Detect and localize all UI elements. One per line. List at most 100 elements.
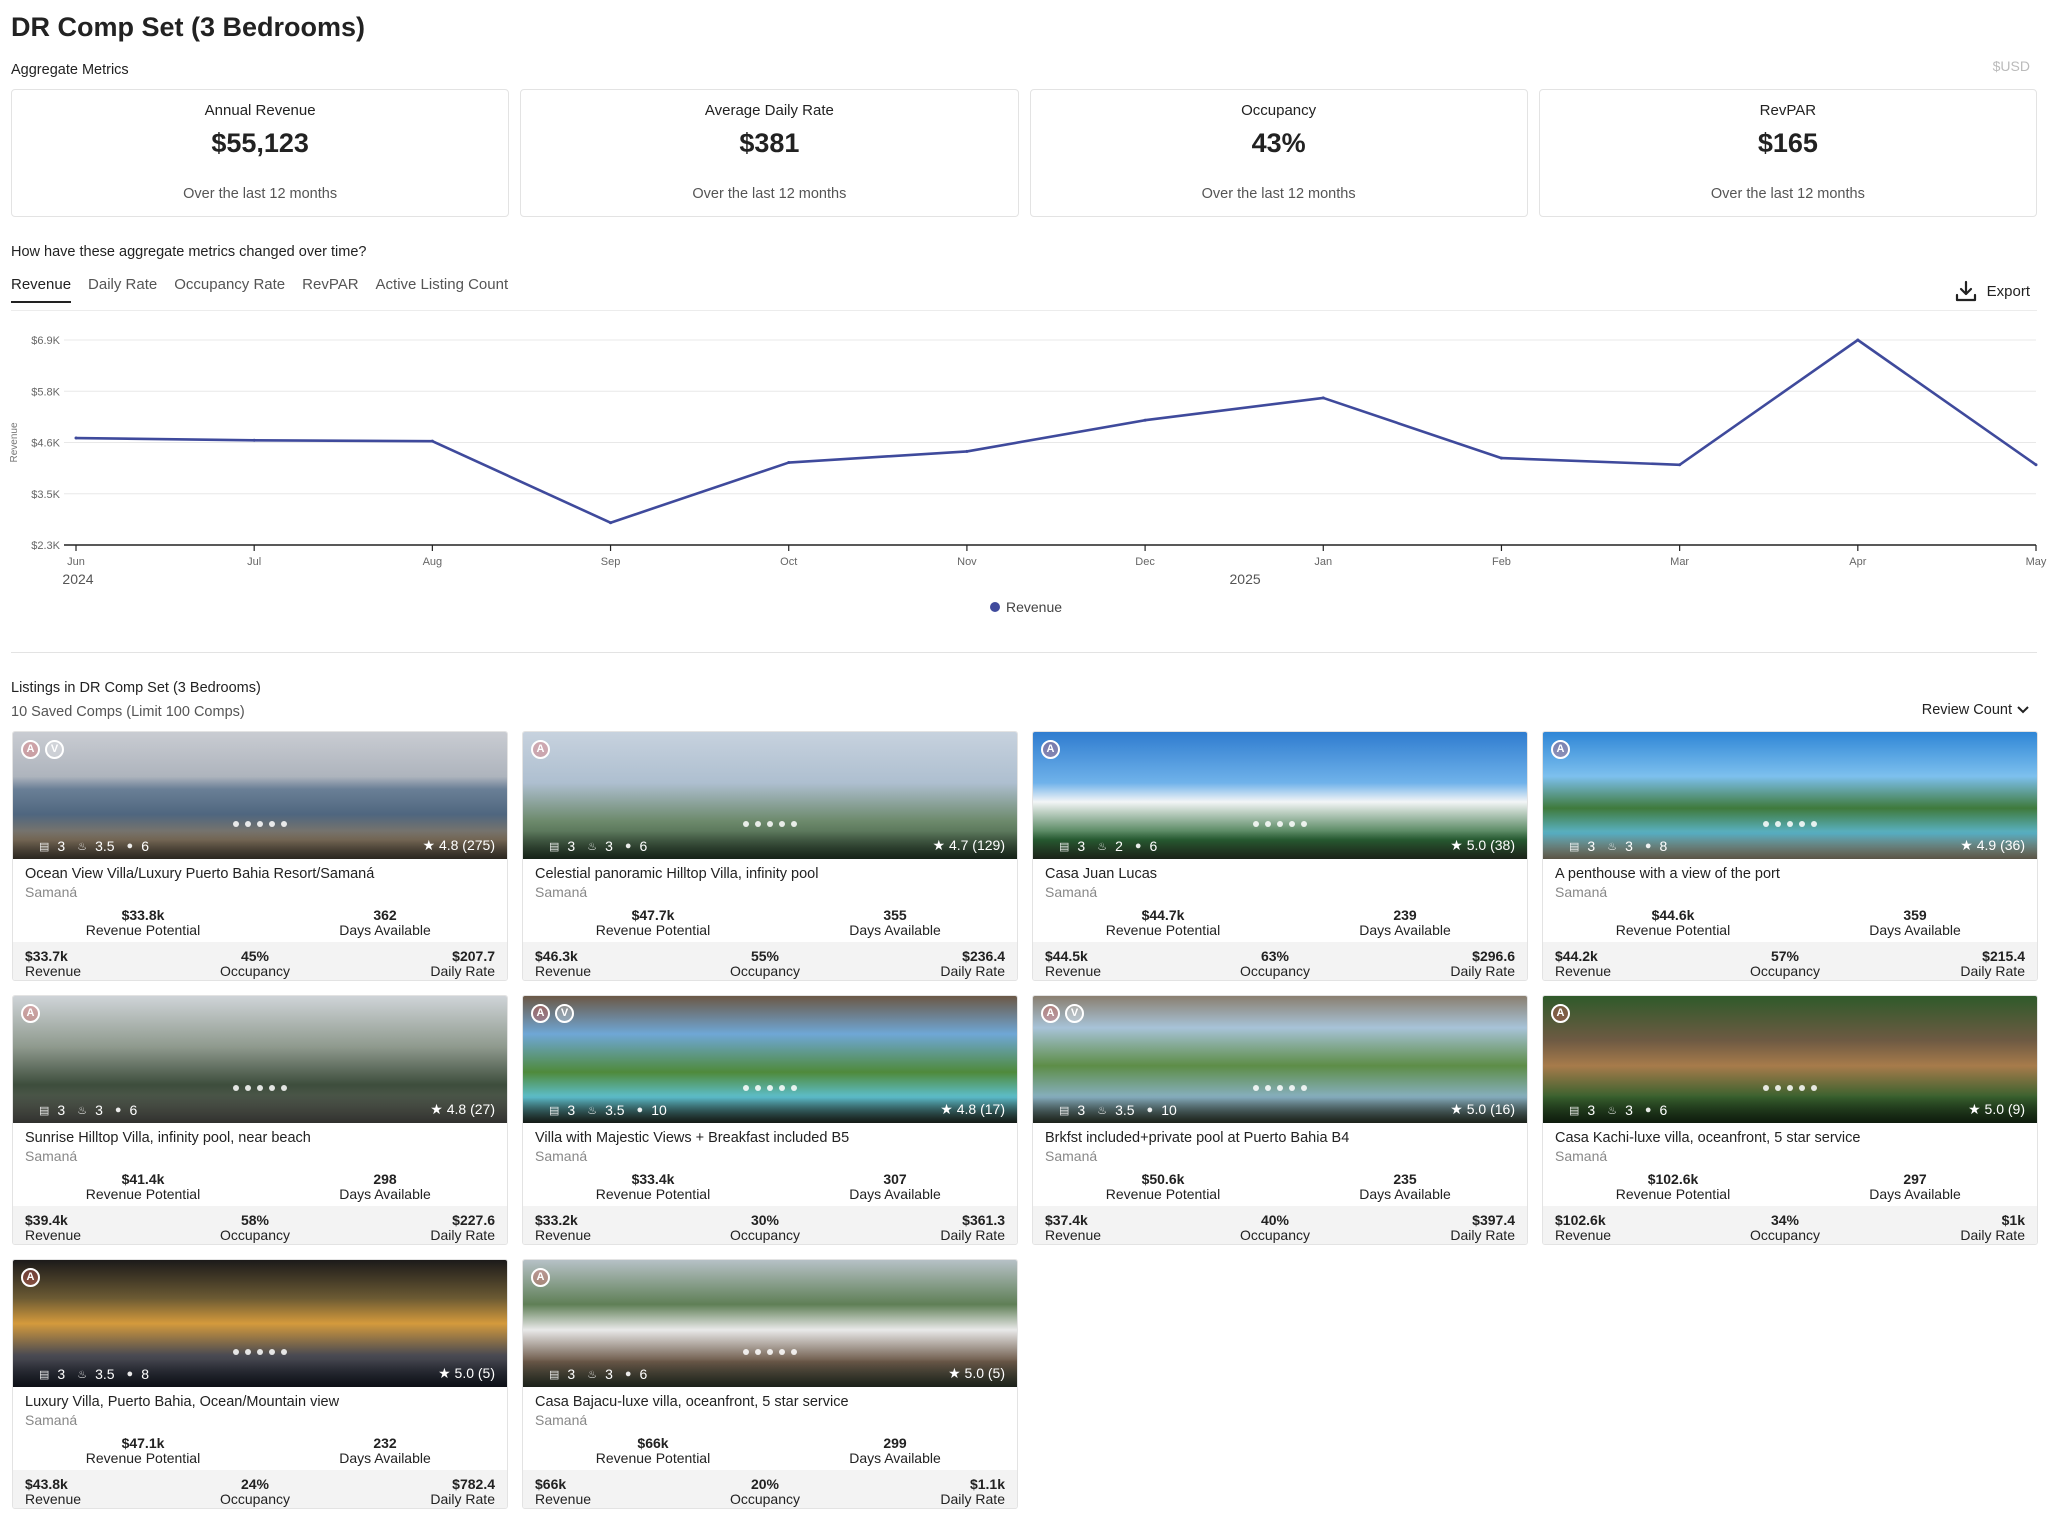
year-label: 2024 [62, 571, 93, 587]
listing-rating: ★ 5.0 (5) [948, 1365, 1005, 1382]
daily-rate-stat: $1k Daily Rate [1960, 1213, 2025, 1243]
tab-active-listing-count[interactable]: Active Listing Count [376, 276, 509, 303]
listing-card[interactable]: AV ▤ 3 ♨ 3.5 ● 10 ★ 5.0 (16) Brkfst include… [1032, 995, 1528, 1245]
listing-photo[interactable]: AV ▤ 3 ♨ 3.5 ● 10 ★ 4.8 (17) [523, 996, 1017, 1123]
listing-photo[interactable]: A ▤ 3 ♨ 3 ● 6 ★ 4.8 (27) [13, 996, 507, 1123]
listing-card[interactable]: A ▤ 3 ♨ 3 ● 6 ★ 4.8 (27) Sunrise Hilltop Vi… [12, 995, 508, 1245]
revenue-potential-value: $44.7k [1141, 907, 1185, 923]
tab-occupancy-rate[interactable]: Occupancy Rate [174, 276, 285, 303]
daily-rate-value: $1.1k [969, 1476, 1005, 1492]
photo-carousel-dots[interactable] [233, 821, 287, 827]
daily-rate-stat: $236.4 Daily Rate [940, 949, 1005, 979]
listing-title[interactable]: Casa Kachi-luxe villa, oceanfront, 5 sta… [1555, 1130, 1860, 1146]
listing-title[interactable]: Celestial panoramic Hilltop Villa, infin… [535, 866, 818, 882]
rating-value: 5.0 (9) [1984, 1101, 2025, 1117]
listing-photo[interactable]: AV ▤ 3 ♨ 3.5 ● 10 ★ 5.0 (16) [1033, 996, 1527, 1123]
listings-grid: AV ▤ 3 ♨ 3.5 ● 6 ★ 4.8 (275) Ocean View Vil… [12, 731, 2038, 1509]
listing-photo[interactable]: A ▤ 3 ♨ 3 ● 6 ★ 5.0 (9) [1543, 996, 2037, 1123]
listing-rating: ★ 4.8 (27) [430, 1101, 495, 1118]
listing-card[interactable]: AV ▤ 3 ♨ 3.5 ● 6 ★ 4.8 (275) Ocean View Vil… [12, 731, 508, 981]
revenue-potential-value: $33.4k [631, 1171, 675, 1187]
days-available-label: Days Available [1359, 922, 1451, 938]
days-available-stat: 235 Days Available [1335, 1172, 1475, 1202]
listing-photo[interactable]: A ▤ 3 ♨ 3 ● 6 ★ 5.0 (5) [523, 1260, 1017, 1387]
photo-carousel-dots[interactable] [233, 1085, 287, 1091]
baths-count: 3.5 [95, 838, 115, 854]
listing-title[interactable]: Sunrise Hilltop Villa, infinity pool, ne… [25, 1130, 311, 1146]
listing-location: Samaná [25, 1148, 78, 1164]
listing-performance-footer: $33.2k Revenue 30% Occupancy $361.3 Dail… [523, 1206, 1017, 1244]
listing-title[interactable]: A penthouse with a view of the port [1555, 866, 1780, 882]
occupancy-value: 24% [240, 1476, 270, 1492]
days-available-label: Days Available [849, 1450, 941, 1466]
listing-card[interactable]: AV ▤ 3 ♨ 3.5 ● 10 ★ 4.8 (17) Villa with Maj… [522, 995, 1018, 1245]
listing-location: Samaná [1555, 1148, 1608, 1164]
tab-daily-rate[interactable]: Daily Rate [88, 276, 157, 303]
listing-title[interactable]: Villa with Majestic Views + Breakfast in… [535, 1130, 849, 1146]
listing-card[interactable]: A ▤ 3 ♨ 3 ● 6 ★ 5.0 (5) Casa Bajacu-luxe vi… [522, 1259, 1018, 1509]
photo-carousel-dots[interactable] [743, 821, 797, 827]
listing-title[interactable]: Brkfst included+private pool at Puerto B… [1045, 1130, 1349, 1146]
revenue-potential-value: $47.7k [631, 907, 675, 923]
revenue-potential-stat: $66k Revenue Potential [583, 1436, 723, 1466]
revenue-data-point [430, 439, 434, 443]
bedrooms-count: 3 [1077, 1102, 1086, 1118]
vrbo-logo-icon: V [555, 1004, 574, 1023]
revenue-label: Revenue [1555, 1227, 1612, 1243]
listing-photo[interactable]: A ▤ 3 ♨ 2 ● 6 ★ 5.0 (38) [1033, 732, 1527, 859]
bedrooms-count: 3 [57, 838, 66, 854]
listing-title[interactable]: Casa Bajacu-luxe villa, oceanfront, 5 st… [535, 1394, 849, 1410]
y-axis-label: Revenue [9, 422, 20, 462]
photo-carousel-dots[interactable] [233, 1349, 287, 1355]
listing-card[interactable]: A ▤ 3 ♨ 3 ● 6 ★ 5.0 (9) Casa Kachi-luxe vil… [1542, 995, 2038, 1245]
star-icon: ★ [438, 1365, 451, 1381]
occupancy-stat: 57% Occupancy [1725, 949, 1845, 979]
currency-label: $USD [1992, 58, 2030, 74]
rating-value: 5.0 (5) [964, 1365, 1005, 1381]
listing-photo[interactable]: A ▤ 3 ♨ 3 ● 6 ★ 4.7 (129) [523, 732, 1017, 859]
metric-period: Over the last 12 months [183, 186, 338, 202]
guests-icon: ● [624, 1368, 632, 1380]
guests-icon: ● [126, 1368, 134, 1380]
revenue-potential-stat: $50.6k Revenue Potential [1093, 1172, 1233, 1202]
occupancy-label: Occupancy [219, 1491, 291, 1507]
days-available-value: 299 [883, 1435, 907, 1451]
photo-carousel-dots[interactable] [1253, 1085, 1307, 1091]
daily-rate-label: Daily Rate [940, 1227, 1005, 1243]
x-tick-label: Jan [1314, 556, 1332, 568]
listing-photo[interactable]: A ▤ 3 ♨ 3 ● 8 ★ 4.9 (36) [1543, 732, 2037, 859]
listing-specs: ▤ 3 ♨ 3 ● 6 [549, 1366, 647, 1382]
metric-cards: Annual Revenue $55,123 Over the last 12 … [11, 89, 2037, 217]
photo-carousel-dots[interactable] [743, 1349, 797, 1355]
daily-rate-value: $361.3 [962, 1212, 1005, 1228]
listing-title[interactable]: Luxury Villa, Puerto Bahia, Ocean/Mounta… [25, 1394, 339, 1410]
occupancy-label: Occupancy [1749, 1227, 1821, 1243]
tab-revenue[interactable]: Revenue [11, 276, 72, 303]
listing-photo[interactable]: A ▤ 3 ♨ 3.5 ● 8 ★ 5.0 (5) [13, 1260, 507, 1387]
listing-location: Samaná [1045, 1148, 1098, 1164]
listing-title[interactable]: Casa Juan Lucas [1045, 866, 1157, 882]
tab-revpar[interactable]: RevPAR [302, 276, 358, 303]
listing-card[interactable]: A ▤ 3 ♨ 2 ● 6 ★ 5.0 (38) Casa Juan Lucas Sa… [1032, 731, 1528, 981]
photo-carousel-dots[interactable] [1763, 821, 1817, 827]
listing-performance-footer: $44.5k Revenue 63% Occupancy $296.6 Dail… [1033, 942, 1527, 980]
sort-dropdown[interactable]: Review Count [1922, 702, 2030, 718]
revenue-stat: $44.5k Revenue [1045, 949, 1101, 979]
baths-count: 3 [605, 838, 613, 854]
photo-carousel-dots[interactable] [743, 1085, 797, 1091]
listing-card[interactable]: A ▤ 3 ♨ 3 ● 8 ★ 4.9 (36) A penthouse with a… [1542, 731, 2038, 981]
daily-rate-value: $1k [2001, 1212, 2025, 1228]
occupancy-label: Occupancy [1749, 963, 1821, 979]
occupancy-stat: 58% Occupancy [195, 1213, 315, 1243]
photo-carousel-dots[interactable] [1763, 1085, 1817, 1091]
photo-carousel-dots[interactable] [1253, 821, 1307, 827]
days-available-value: 362 [373, 907, 397, 923]
listing-card[interactable]: A ▤ 3 ♨ 3 ● 6 ★ 4.7 (129) Celestial panoram… [522, 731, 1018, 981]
export-button[interactable]: Export [1955, 280, 2030, 302]
metric-value: $381 [739, 128, 800, 158]
listing-title[interactable]: Ocean View Villa/Luxury Puerto Bahia Res… [25, 866, 374, 882]
listing-photo[interactable]: AV ▤ 3 ♨ 3.5 ● 6 ★ 4.8 (275) [13, 732, 507, 859]
listing-card[interactable]: A ▤ 3 ♨ 3.5 ● 8 ★ 5.0 (5) Luxury Villa, Pue… [12, 1259, 508, 1509]
daily-rate-label: Daily Rate [940, 963, 1005, 979]
days-available-value: 298 [373, 1171, 397, 1187]
